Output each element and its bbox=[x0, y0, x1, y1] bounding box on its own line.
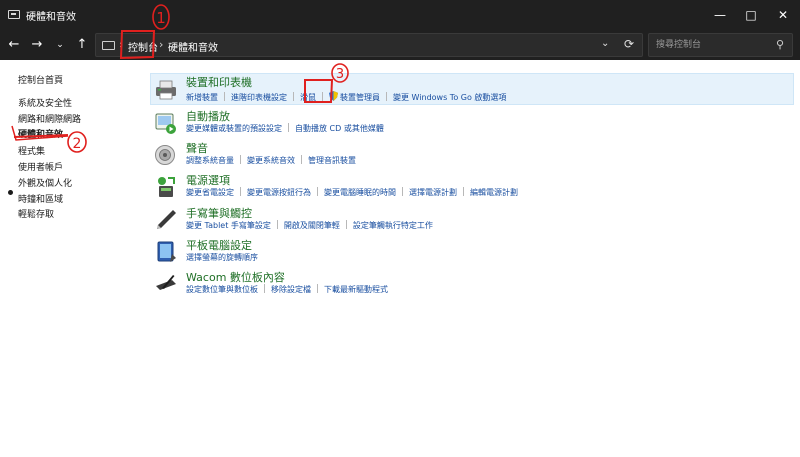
category-title[interactable]: Wacom 數位板內容 bbox=[186, 269, 285, 285]
pen-icon bbox=[157, 210, 176, 229]
forward-arrow-icon[interactable]: → bbox=[26, 30, 48, 60]
power-options-icon bbox=[158, 177, 175, 197]
wacom-tablet-icon bbox=[156, 275, 176, 290]
control-panel-icon bbox=[8, 10, 20, 19]
uac-shield-icon bbox=[329, 91, 338, 101]
link-change-sounds[interactable]: 變更系統音效 bbox=[247, 156, 295, 165]
sidebar-item-appearance[interactable]: 外觀及個人化 bbox=[18, 176, 72, 189]
link-divider bbox=[322, 92, 323, 101]
category-title[interactable]: 聲音 bbox=[186, 140, 208, 156]
link-divider bbox=[264, 284, 265, 293]
link-edit-power-plan[interactable]: 編輯電源計劃 bbox=[470, 188, 518, 197]
title-bar: 硬體和音效 — □ ✕ bbox=[0, 0, 800, 30]
link-divider bbox=[240, 187, 241, 196]
link-divider bbox=[293, 92, 294, 101]
maximize-button[interactable]: □ bbox=[734, 0, 768, 30]
category-links: 變更省電設定 變更電源按鈕行為 變更電腦睡眠的時間 選擇電源計劃 編輯電源計劃 bbox=[186, 187, 518, 198]
link-change-media-defaults[interactable]: 變更媒體或裝置的預設設定 bbox=[186, 124, 282, 133]
sidebar-item-ease-of-access[interactable]: 輕鬆存取 bbox=[18, 207, 54, 220]
search-input[interactable] bbox=[649, 34, 769, 56]
link-mouse[interactable]: 滑鼠 bbox=[300, 93, 316, 102]
category-title[interactable]: 自動播放 bbox=[186, 108, 230, 124]
link-sleep-time[interactable]: 變更電腦睡眠的時間 bbox=[324, 188, 396, 197]
link-pen-actions[interactable]: 設定筆觸執行特定工作 bbox=[353, 221, 433, 230]
link-divider bbox=[276, 220, 278, 229]
link-divider bbox=[345, 220, 347, 229]
category-links: 變更媒體或裝置的預設設定 自動播放 CD 或其他媒體 bbox=[186, 123, 384, 134]
link-windows-to-go[interactable]: 變更 Windows To Go 啟動選項 bbox=[393, 93, 506, 102]
sidebar: 控制台首頁 系統及安全性 網路和網際網路 硬體和音效 程式集 使用者帳戶 外觀及… bbox=[0, 60, 140, 457]
breadcrumb-chevron-icon[interactable]: › bbox=[159, 38, 163, 51]
refresh-icon[interactable]: ⟳ bbox=[624, 37, 634, 51]
category-title[interactable]: 電源選項 bbox=[186, 172, 230, 188]
category-title[interactable]: 裝置和印表機 bbox=[186, 74, 252, 90]
category-links: 設定數位筆與數位板 移除設定檔 下載最新驅動程式 bbox=[186, 284, 388, 295]
link-divider bbox=[402, 187, 403, 196]
link-remove-profile[interactable]: 移除設定檔 bbox=[271, 285, 311, 294]
category-links: 選擇螢幕的旋轉順序 bbox=[186, 252, 258, 263]
search-box[interactable]: ⚲ bbox=[648, 33, 793, 57]
category-links: 新增裝置 進階印表機設定 滑鼠 裝置管理員 變更 Windows To Go 啟動選項 bbox=[186, 91, 506, 103]
link-divider bbox=[463, 187, 464, 196]
link-toggle-pen-flicks[interactable]: 開啟及關閉筆輕 bbox=[284, 221, 340, 230]
link-configure-pen-tablet[interactable]: 設定數位筆與數位板 bbox=[186, 285, 258, 294]
control-panel-icon bbox=[102, 41, 115, 50]
link-add-device[interactable]: 新增裝置 bbox=[186, 93, 218, 102]
autoplay-icon bbox=[155, 113, 176, 134]
breadcrumb-chevron-icon[interactable]: › bbox=[119, 38, 123, 51]
active-item-bullet bbox=[8, 190, 13, 195]
sidebar-item-user-accounts[interactable]: 使用者帳戶 bbox=[18, 160, 63, 173]
sidebar-item-network[interactable]: 網路和網際網路 bbox=[18, 112, 81, 125]
link-divider bbox=[386, 92, 387, 101]
category-title[interactable]: 手寫筆與觸控 bbox=[186, 205, 252, 221]
link-autoplay-cd[interactable]: 自動播放 CD 或其他媒體 bbox=[295, 124, 384, 133]
link-advanced-printer-setup[interactable]: 進階印表機設定 bbox=[231, 93, 287, 102]
back-arrow-icon[interactable]: ← bbox=[3, 30, 25, 60]
link-tablet-pen-settings[interactable]: 變更 Tablet 手寫筆設定 bbox=[186, 221, 271, 230]
link-divider bbox=[288, 123, 289, 132]
search-icon[interactable]: ⚲ bbox=[776, 38, 784, 51]
breadcrumb-hardware-sound[interactable]: 硬體和音效 bbox=[168, 39, 218, 54]
sidebar-item-home[interactable]: 控制台首頁 bbox=[18, 73, 63, 86]
category-links: 調整系統音量 變更系統音效 管理音訊裝置 bbox=[186, 155, 356, 166]
link-divider bbox=[317, 187, 318, 196]
link-download-driver[interactable]: 下載最新驅動程式 bbox=[324, 285, 388, 294]
main-content: 裝置和印表機 新增裝置 進階印表機設定 滑鼠 裝置管理員 變更 Windows To G… bbox=[140, 60, 800, 457]
link-divider bbox=[224, 92, 225, 101]
link-screen-rotation-order[interactable]: 選擇螢幕的旋轉順序 bbox=[186, 253, 258, 262]
link-divider bbox=[301, 155, 302, 164]
breadcrumb-control-panel[interactable]: 控制台 bbox=[128, 39, 158, 54]
tablet-icon bbox=[157, 241, 176, 262]
up-arrow-icon[interactable]: ↑ bbox=[71, 30, 93, 60]
recent-locations-chevron-icon[interactable]: ⌄ bbox=[49, 30, 71, 60]
sidebar-item-programs[interactable]: 程式集 bbox=[18, 144, 45, 157]
printer-icon bbox=[156, 80, 176, 100]
address-dropdown-icon[interactable]: ⌄ bbox=[601, 38, 609, 49]
link-choose-power-plan[interactable]: 選擇電源計劃 bbox=[409, 188, 457, 197]
sidebar-item-hardware-sound[interactable]: 硬體和音效 bbox=[18, 127, 63, 140]
link-divider bbox=[240, 155, 241, 164]
minimize-button[interactable]: — bbox=[703, 0, 737, 30]
category-links: 變更 Tablet 手寫筆設定 開啟及關閉筆輕 設定筆觸執行特定工作 bbox=[186, 220, 433, 231]
link-manage-audio-devices[interactable]: 管理音訊裝置 bbox=[308, 156, 356, 165]
sidebar-item-clock-region[interactable]: 時鐘和區域 bbox=[18, 192, 63, 205]
window-title: 硬體和音效 bbox=[26, 12, 76, 23]
link-divider bbox=[317, 284, 318, 293]
address-bar[interactable]: › 控制台 › 硬體和音效 ⌄ ⟳ bbox=[95, 33, 643, 57]
link-adjust-volume[interactable]: 調整系統音量 bbox=[186, 156, 234, 165]
link-change-power-saving[interactable]: 變更省電設定 bbox=[186, 188, 234, 197]
close-button[interactable]: ✕ bbox=[766, 0, 800, 30]
link-device-manager[interactable]: 裝置管理員 bbox=[340, 93, 380, 102]
link-power-button-behavior[interactable]: 變更電源按鈕行為 bbox=[247, 188, 311, 197]
sidebar-item-system-security[interactable]: 系統及安全性 bbox=[18, 96, 72, 109]
category-title[interactable]: 平板電腦設定 bbox=[186, 237, 252, 253]
speaker-icon bbox=[155, 145, 175, 165]
